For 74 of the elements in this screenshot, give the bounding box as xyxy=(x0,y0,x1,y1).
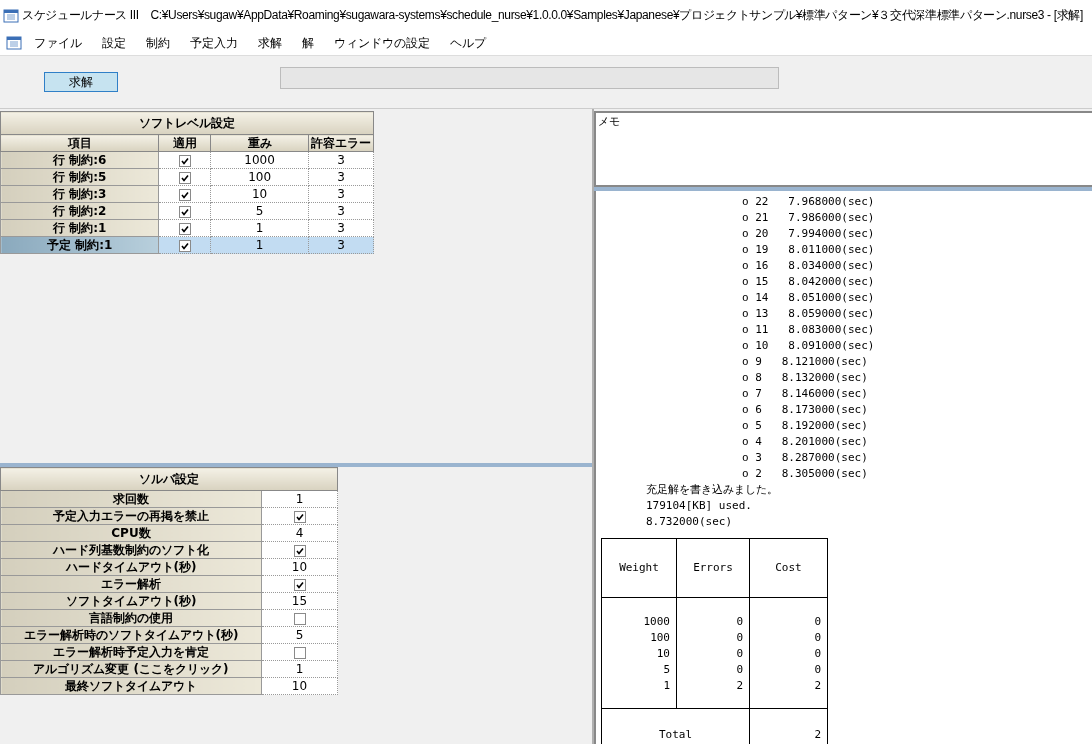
table-row[interactable]: 行 制約:1 1 3 xyxy=(0,219,374,237)
menu-item[interactable]: 予定入力 xyxy=(182,32,246,54)
log-line: o 15 8.042000(sec) xyxy=(741,274,876,290)
log-line: o 8 8.132000(sec) xyxy=(741,370,869,386)
table-cell: 0 xyxy=(676,646,750,662)
log-line: o 2 8.305000(sec) xyxy=(741,466,869,482)
log-line: o 22 7.968000(sec) xyxy=(741,194,876,210)
table-cell: 2 xyxy=(749,708,828,744)
log-line: 充足解を書き込みました。 xyxy=(645,482,779,498)
window-title: スケジュールナース III C:¥Users¥sugaw¥AppData¥Roaming¥sugawara-systems¥schedule_nurse¥1.0.0.0¥Samples¥Japanese¥プロジェクトサンプル¥標準パターン¥３交代深準標準パターン.nurse3 - [求解] xyxy=(22,7,1083,24)
checkbox[interactable] xyxy=(178,154,191,167)
menu-item[interactable]: ファイル xyxy=(26,32,90,54)
menu-item[interactable]: 制約 xyxy=(138,32,178,54)
log-line: o 16 8.034000(sec) xyxy=(741,258,876,274)
checkbox[interactable] xyxy=(293,646,306,659)
table-cell: Errors xyxy=(676,538,750,598)
table-title: ソルバ設定 xyxy=(0,467,338,491)
table-row[interactable]: 行 制約:3 10 3 xyxy=(0,185,374,203)
log-line: o 19 8.011000(sec) xyxy=(741,242,876,258)
log-line: o 14 8.051000(sec) xyxy=(741,290,876,306)
table-row[interactable]: 行 制約:6 1000 3 xyxy=(0,151,374,169)
table-cell: Total xyxy=(601,708,750,744)
memo-field[interactable]: メモ xyxy=(594,111,1092,187)
checkbox[interactable] xyxy=(178,171,191,184)
log-line: 8.732000(sec) xyxy=(645,514,734,530)
table-cell: 1 xyxy=(601,678,677,694)
log-line: o 6 8.173000(sec) xyxy=(741,402,869,418)
checkbox[interactable] xyxy=(178,188,191,201)
log-line: o 11 8.083000(sec) xyxy=(741,322,876,338)
memo-text: メモ xyxy=(598,115,620,128)
menu-item[interactable]: 求解 xyxy=(250,32,290,54)
table-cell: 0 xyxy=(749,630,828,646)
table-cell: 0 xyxy=(676,662,750,678)
table-cell: 0 xyxy=(749,646,828,662)
checkbox[interactable] xyxy=(293,510,306,523)
log-line: o 20 7.994000(sec) xyxy=(741,226,876,242)
log-line: o 3 8.287000(sec) xyxy=(741,450,869,466)
table-cell: 5 xyxy=(601,662,677,678)
menu-item[interactable]: ウィンドウの設定 xyxy=(326,32,438,54)
menu-item[interactable]: 設定 xyxy=(94,32,134,54)
app-icon xyxy=(3,7,19,24)
table-cell: 0 xyxy=(676,614,750,630)
table-cell: 100 xyxy=(601,630,677,646)
log-line: o 13 8.059000(sec) xyxy=(741,306,876,322)
menu-item[interactable]: 解 xyxy=(294,32,322,54)
log-line: o 21 7.986000(sec) xyxy=(741,210,876,226)
menu-item[interactable]: ヘルプ xyxy=(442,32,494,54)
solve-button[interactable]: 求解 xyxy=(44,72,118,92)
checkbox[interactable] xyxy=(293,612,306,625)
checkbox[interactable] xyxy=(293,578,306,591)
checkbox[interactable] xyxy=(293,544,306,557)
log-line: o 9 8.121000(sec) xyxy=(741,354,869,370)
checkbox[interactable] xyxy=(178,205,191,218)
table-cell: 10 xyxy=(601,646,677,662)
table-cell: 0 xyxy=(676,630,750,646)
table-cell: Weight xyxy=(601,538,677,598)
table-row[interactable]: 予定 制約:1 1 3 xyxy=(0,236,374,254)
checkbox[interactable] xyxy=(178,239,191,252)
table-cell: Cost xyxy=(749,538,828,598)
table-row[interactable]: 行 制約:5 100 3 xyxy=(0,168,374,186)
log-line: o 7 8.146000(sec) xyxy=(741,386,869,402)
table-cell: 0 xyxy=(749,662,828,678)
log-line: o 4 8.201000(sec) xyxy=(741,434,869,450)
log-line: o 5 8.192000(sec) xyxy=(741,418,869,434)
table-title: ソフトレベル設定 xyxy=(0,111,374,135)
log-line: o 10 8.091000(sec) xyxy=(741,338,876,354)
table-cell: 2 xyxy=(676,678,750,694)
table-cell: 1000 xyxy=(601,614,677,630)
table-cell: 0 xyxy=(749,614,828,630)
log-line: 179104[KB] used. xyxy=(645,498,753,514)
app-icon xyxy=(6,35,22,51)
table-row[interactable]: 行 制約:2 5 3 xyxy=(0,202,374,220)
checkbox[interactable] xyxy=(178,222,191,235)
table-cell: 2 xyxy=(749,678,828,694)
